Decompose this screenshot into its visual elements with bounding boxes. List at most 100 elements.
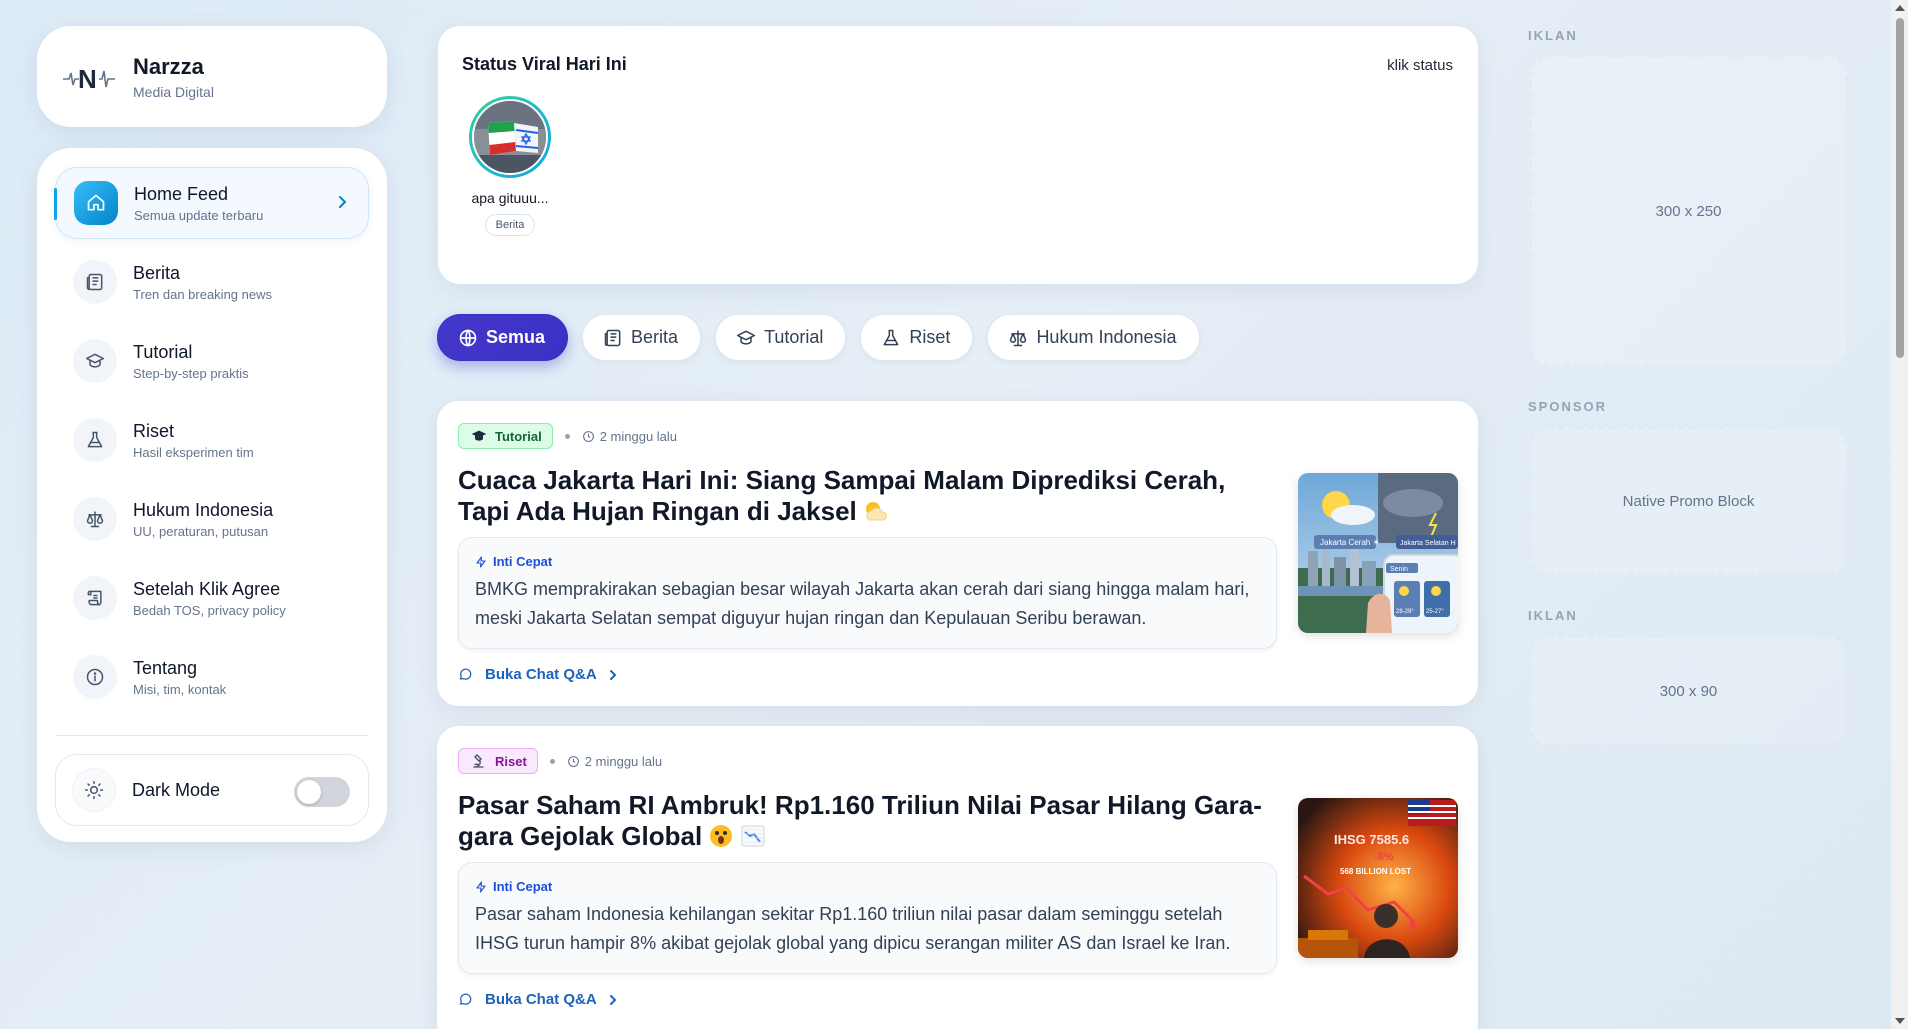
info-icon	[73, 655, 117, 699]
clock-icon	[582, 430, 594, 442]
article-title[interactable]: Cuaca Jakarta Hari Ini: Siang Sampai Mal…	[458, 465, 1278, 531]
ad-slot-text: Native Promo Block	[1622, 492, 1755, 510]
toggle-knob	[297, 780, 321, 804]
page-scrollbar[interactable]	[1891, 0, 1908, 1029]
time-label: 2 minggu lalu	[584, 753, 663, 769]
inti-label-text: Inti Cepat	[493, 554, 553, 569]
ad-slot-text: 300 x 250	[1655, 202, 1722, 220]
sponsor-slot-native-promo[interactable]: Native Promo Block	[1530, 427, 1847, 575]
flask-icon	[73, 418, 117, 462]
graduation-cap-icon	[73, 339, 117, 383]
chevron-right-icon	[609, 669, 617, 680]
story-thumbnail	[472, 99, 548, 175]
open-chat-qa-link[interactable]: Buka Chat Q&A	[458, 991, 617, 1008]
inti-label-text: Inti Cepat	[493, 879, 553, 894]
scroll-up-arrow-icon[interactable]	[1895, 5, 1905, 11]
open-chat-qa-link[interactable]: Buka Chat Q&A	[458, 666, 617, 683]
thumb-label: 28-29°	[1396, 609, 1414, 615]
article-summary: BMKG memprakirakan sebagian besar wilaya…	[475, 579, 1250, 628]
filter-label: Hukum Indonesia	[1036, 327, 1177, 347]
filter-riset[interactable]: Riset	[860, 314, 974, 361]
sidebar-item-label: Berita	[133, 262, 181, 283]
sidebar-divider	[55, 735, 369, 736]
thumb-label: 568 BILLION LOST	[1340, 867, 1411, 876]
sidebar-item-label: Home Feed	[134, 183, 229, 204]
n-logo-icon: N	[61, 57, 117, 97]
status-story[interactable]: apa gituuu... Berita	[466, 96, 554, 236]
home-icon	[74, 181, 118, 225]
sidebar-item-label: Setelah Klik Agree	[133, 578, 281, 599]
dark-mode-label: Dark Mode	[132, 779, 221, 800]
inti-cepat-label: Inti Cepat	[475, 879, 1260, 894]
article-summary: Pasar saham Indonesia kehilangan sekitar…	[475, 904, 1231, 953]
filter-tutorial[interactable]: Tutorial	[715, 314, 847, 361]
sidebar-item-home-feed[interactable]: Home Feed Semua update terbaru	[54, 167, 369, 239]
brand-card[interactable]: N Narzza Media Digital	[37, 26, 387, 127]
article-meta: Tutorial 2 minggu lalu	[458, 423, 677, 449]
sidebar-item-subtitle: UU, peraturan, putusan	[133, 523, 269, 539]
thumb-label: Senin	[1390, 566, 1408, 573]
lightning-icon	[476, 555, 486, 568]
sidebar-item-label: Tentang	[133, 657, 198, 678]
category-filter-bar: Semua Berita Tutorial Riset Hukum Indone…	[437, 314, 1200, 361]
sidebar-item-label: Hukum Indonesia	[133, 499, 274, 520]
article-card[interactable]: Riset 2 minggu lalu Pasar Saham RI Ambru…	[437, 726, 1478, 1029]
sidebar-item-hukum-indonesia[interactable]: Hukum Indonesia UU, peraturan, putusan	[55, 483, 369, 555]
filter-hukum-indonesia[interactable]: Hukum Indonesia	[987, 314, 1200, 361]
article-title[interactable]: Pasar Saham RI Ambruk! Rp1.160 Triliun N…	[458, 790, 1278, 856]
dark-mode-row: Dark Mode	[55, 754, 369, 826]
sponsor-label: SPONSOR	[1528, 399, 1608, 414]
inti-cepat-box: Inti Cepat Pasar saham Indonesia kehilan…	[458, 862, 1277, 974]
thumb-label: IHSG 7585.6	[1334, 832, 1409, 847]
shocked-face-emoji-icon	[708, 823, 734, 856]
thumb-label: 25-27°	[1426, 609, 1444, 615]
ad-slot-300x250[interactable]: 300 x 250	[1530, 55, 1847, 367]
lightning-icon	[476, 880, 486, 893]
article-title-text: Pasar Saham RI Ambruk! Rp1.160 Triliun N…	[458, 790, 1262, 851]
article-card[interactable]: Tutorial 2 minggu lalu Cuaca Jakarta Har…	[437, 401, 1478, 706]
status-title: Status Viral Hari Ini	[462, 54, 627, 74]
ad-label: IKLAN	[1528, 28, 1578, 43]
sidebar-item-subtitle: Step-by-step praktis	[133, 365, 249, 381]
filter-label: Berita	[631, 327, 679, 347]
chart-decreasing-emoji-icon	[740, 823, 766, 856]
chevron-right-icon	[336, 194, 348, 215]
article-thumbnail[interactable]: Jakarta Cerah ☀ Jakarta Selatan H Senin …	[1298, 473, 1458, 633]
article-meta: Riset 2 minggu lalu	[458, 748, 662, 774]
meta-dot	[549, 758, 555, 764]
clock-icon	[567, 755, 579, 767]
status-hint: klik status	[1387, 57, 1453, 74]
sidebar-item-setelah-klik-agree[interactable]: Setelah Klik Agree Bedah TOS, privacy po…	[55, 562, 369, 634]
qa-label: Buka Chat Q&A	[485, 666, 597, 683]
story-caption: apa gituuu...	[471, 190, 549, 206]
scroll-down-arrow-icon[interactable]	[1895, 1018, 1905, 1024]
sidebar-item-riset[interactable]: Riset Hasil eksperimen tim	[55, 404, 369, 476]
ad-slot-text: 300 x 90	[1659, 682, 1718, 700]
sidebar-item-tutorial[interactable]: Tutorial Step-by-step praktis	[55, 325, 369, 397]
graduation-cap-icon	[471, 430, 487, 441]
article-time: 2 minggu lalu	[582, 429, 677, 444]
scroll-icon	[73, 576, 117, 620]
thumb-label: -8%	[1374, 851, 1394, 863]
viral-status-card: Status Viral Hari Ini klik status apa gi…	[438, 26, 1478, 284]
thumb-label: Jakarta Cerah ☀	[1320, 538, 1380, 547]
filter-label: Riset	[909, 327, 951, 347]
scroll-thumb[interactable]	[1896, 18, 1904, 358]
filter-berita[interactable]: Berita	[582, 314, 702, 361]
article-time: 2 minggu lalu	[567, 754, 662, 769]
sidebar-item-tentang[interactable]: Tentang Misi, tim, kontak	[55, 641, 369, 713]
filter-semua[interactable]: Semua	[437, 314, 569, 361]
sidebar-item-berita[interactable]: Berita Tren dan breaking news	[55, 246, 369, 318]
category-label: Riset	[495, 753, 527, 769]
thumb-label: Jakarta Selatan H	[1400, 540, 1456, 547]
story-avatar-ring	[469, 96, 551, 178]
chevron-right-icon	[609, 994, 617, 1005]
article-thumbnail[interactable]: IHSG 7585.6 -8% 568 BILLION LOST	[1298, 798, 1458, 958]
category-badge[interactable]: Riset	[458, 748, 538, 774]
category-badge[interactable]: Tutorial	[458, 423, 553, 449]
sidebar-item-label: Tutorial	[133, 341, 193, 362]
dark-mode-toggle[interactable]	[294, 777, 350, 807]
ad-slot-300x90[interactable]: 300 x 90	[1530, 636, 1847, 746]
time-label: 2 minggu lalu	[599, 428, 678, 444]
sidebar-item-subtitle: Bedah TOS, privacy policy	[133, 602, 286, 618]
